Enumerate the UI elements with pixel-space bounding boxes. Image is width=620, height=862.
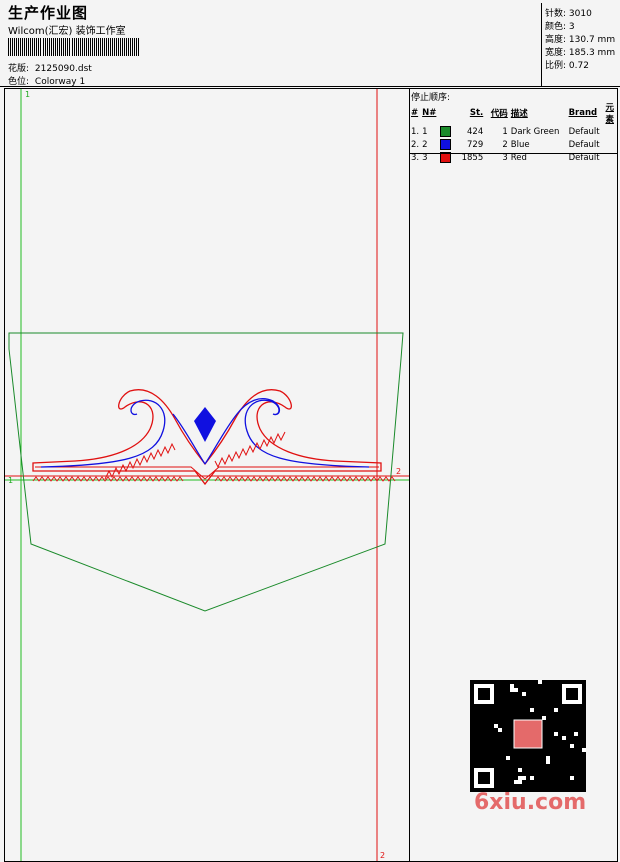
col-desc: 描述 <box>510 109 528 119</box>
page-title: 生产作业图 <box>8 4 89 22</box>
stop-sequence-table: # N# St. 代码 描述 Brand 元素 1. 1 424 1 Dark Gree… <box>411 101 617 164</box>
studio-name: Wilcom(汇宏) 装饰工作室 <box>8 26 126 37</box>
col-brand: Brand <box>568 108 598 118</box>
row-index: 2. <box>411 139 420 150</box>
col-st: St. <box>469 108 484 118</box>
barcode <box>8 38 139 56</box>
needle-number: 1 <box>422 127 428 137</box>
scale-value: 比例: 0.72 <box>545 61 589 71</box>
row-needle: 2 <box>422 138 453 151</box>
design-file: 花版: 2125090.dst <box>8 61 92 74</box>
ornament-red-inner <box>35 466 379 480</box>
row-elem <box>605 125 617 138</box>
row-st: 424 <box>467 126 484 137</box>
row-brand: Default <box>568 126 600 137</box>
row-needle: 1 <box>422 125 453 138</box>
needle-number: 3 <box>422 153 428 163</box>
thread-color-swatch <box>439 139 451 150</box>
row-st: 729 <box>467 139 484 150</box>
guide-label-1-top: 1 <box>25 90 30 99</box>
row-code: 2 <box>502 139 508 150</box>
row-desc: Dark Green <box>510 126 560 137</box>
stats-panel: 针数: 3010 颜色: 3 高度: 130.7 mm 宽度: 185.3 mm… <box>541 3 618 87</box>
design-drawing: 1 1 2 2 <box>5 89 409 861</box>
row-brand: Default <box>568 139 600 150</box>
thread-color-swatch <box>439 126 451 137</box>
width-value: 宽度: 185.3 mm <box>545 48 616 58</box>
pocket-outline <box>8 332 404 612</box>
guide-label-1-left: 1 <box>8 476 13 485</box>
col-elem: 元素 <box>605 103 614 125</box>
stitch-count: 针数: 3010 <box>545 9 592 19</box>
ornament-blue-diamond <box>194 407 216 442</box>
row-elem <box>605 138 617 151</box>
col-code: 代码 <box>490 109 508 119</box>
watermark-logo: 6xiu.com <box>474 790 587 815</box>
qr-stamp <box>513 719 543 749</box>
row-code: 1 <box>502 126 508 137</box>
guide-label-2-bottom: 2 <box>380 851 385 860</box>
needle-number: 2 <box>422 140 428 150</box>
col-idx: # <box>411 108 419 118</box>
height-value: 高度: 130.7 mm <box>545 35 616 45</box>
table-row: 1. 1 424 1 Dark Green Default <box>411 125 617 138</box>
guide-label-2-right: 2 <box>396 467 401 476</box>
design-canvas: 1 1 2 2 <box>4 88 410 862</box>
table-header-row: # N# St. 代码 描述 Brand 元素 <box>411 101 617 125</box>
col-n: N# <box>422 108 437 118</box>
color-count: 颜色: 3 <box>545 22 575 32</box>
row-index: 1. <box>411 126 420 137</box>
qr-code-watermark <box>470 680 586 792</box>
stop-sequence-divider <box>409 153 617 154</box>
header-divider <box>0 86 620 87</box>
design-label: 花版: <box>8 64 30 74</box>
row-desc: Blue <box>510 139 530 150</box>
table-row: 2. 2 729 2 Blue Default <box>411 138 617 151</box>
design-value: 2125090.dst <box>34 64 92 74</box>
